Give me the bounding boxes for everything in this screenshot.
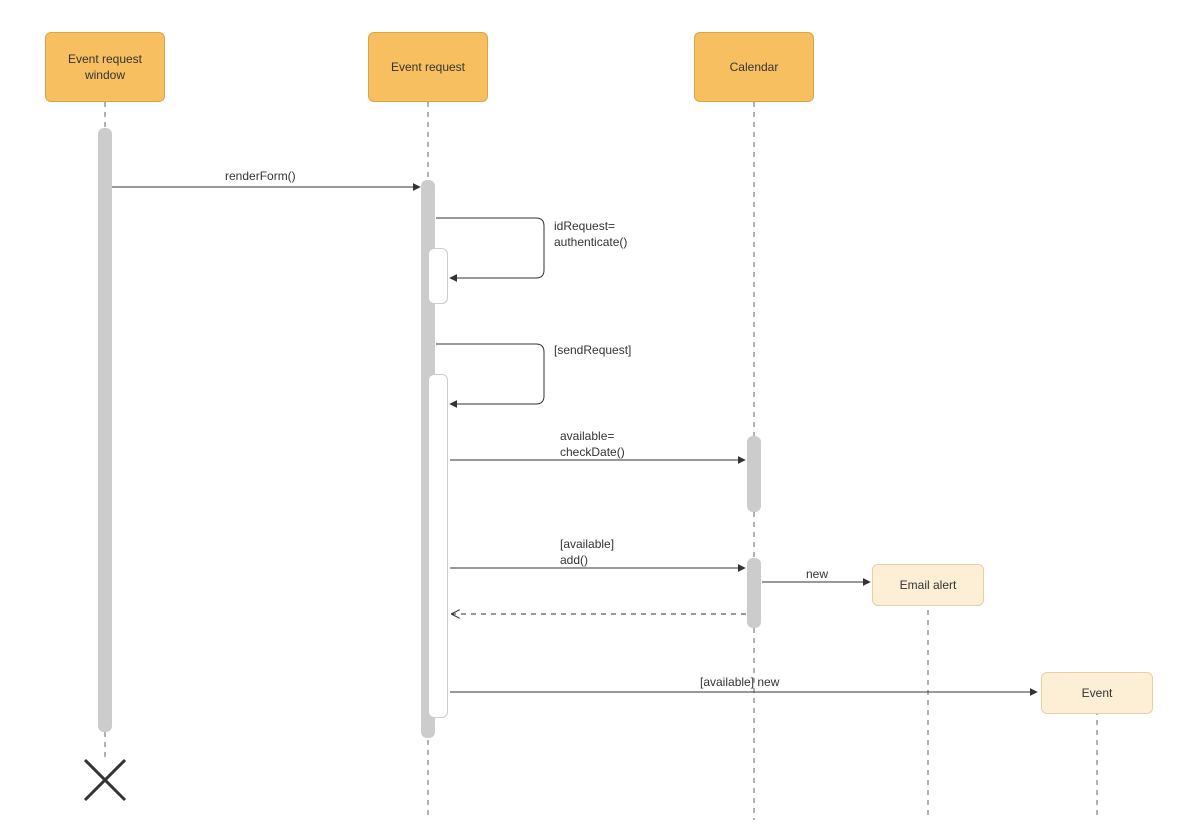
label-checkDate: available= checkDate() bbox=[560, 428, 625, 460]
activation-bar bbox=[98, 128, 112, 732]
participant-label: Calendar bbox=[730, 59, 779, 75]
msg-authenticate bbox=[436, 218, 544, 278]
label-authenticate: idRequest= authenticate() bbox=[554, 218, 627, 250]
object-email-alert: Email alert bbox=[872, 564, 984, 606]
participant-calendar: Calendar bbox=[694, 32, 814, 102]
destroy-icon bbox=[85, 760, 125, 800]
activation-bar bbox=[428, 248, 448, 304]
label-renderForm: renderForm() bbox=[225, 168, 296, 184]
activation-bar bbox=[747, 436, 761, 512]
label-new-email: new bbox=[806, 566, 828, 582]
participant-event-request: Event request bbox=[368, 32, 488, 102]
object-event: Event bbox=[1041, 672, 1153, 714]
participant-label: Event request bbox=[391, 59, 465, 75]
label-available-new: [available] new bbox=[700, 674, 779, 690]
sequence-diagram: Event request window Event request Calen… bbox=[0, 0, 1200, 836]
participant-event-request-window: Event request window bbox=[45, 32, 165, 102]
activation-bar bbox=[428, 374, 448, 718]
participant-label: Event request window bbox=[68, 51, 142, 83]
msg-sendRequest bbox=[436, 344, 544, 404]
object-label: Email alert bbox=[900, 577, 957, 593]
label-add: [available] add() bbox=[560, 536, 614, 568]
label-sendRequest: [sendRequest] bbox=[554, 342, 631, 358]
object-label: Event bbox=[1082, 685, 1113, 701]
activation-bar bbox=[747, 558, 761, 628]
diagram-svg bbox=[0, 0, 1200, 836]
